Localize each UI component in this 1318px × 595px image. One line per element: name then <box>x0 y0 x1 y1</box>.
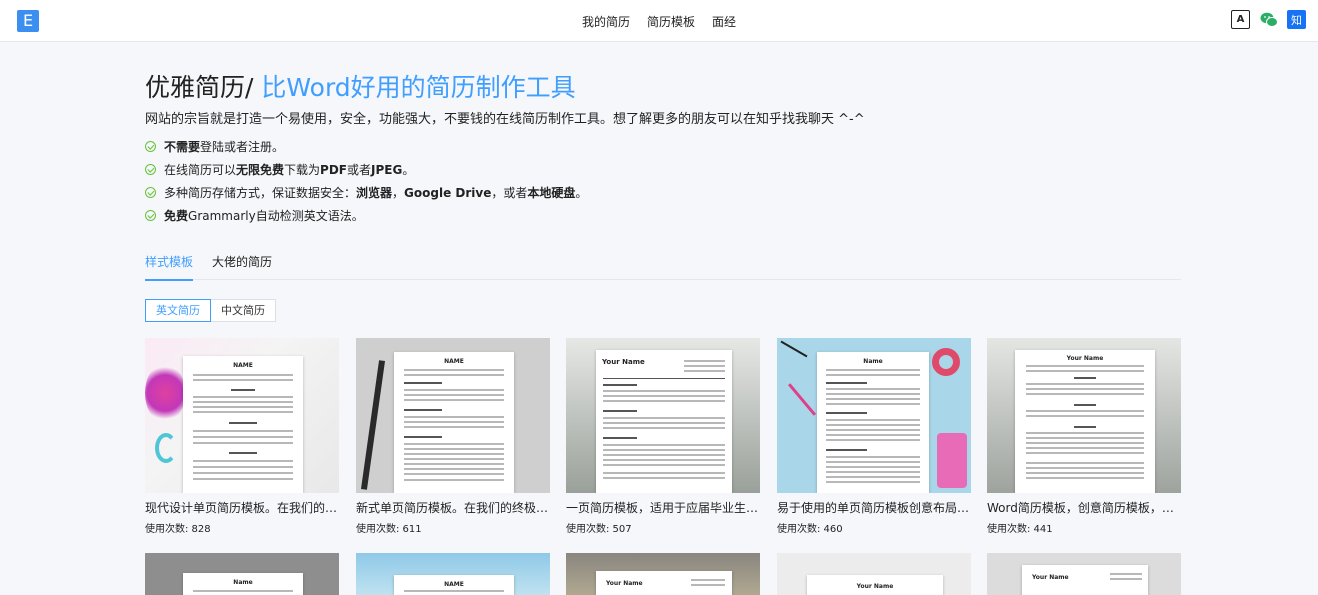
template-title[interactable]: 新式单页简历模板。在我们的终极简历模板... <box>356 499 550 516</box>
tab-expert-resumes[interactable]: 大佬的简历 <box>212 253 272 280</box>
resume-paper: NAME <box>394 352 514 493</box>
template-thumbnail[interactable]: Your Name <box>566 338 760 493</box>
wechat-icon[interactable] <box>1259 10 1278 29</box>
template-card[interactable]: Your Name <box>987 553 1181 595</box>
resume-paper: Name <box>183 573 303 595</box>
feature-item: 多种简历存储方式，保证数据安全： 浏览器， Google Drive ，或者 本地硬盘。 <box>145 181 587 204</box>
template-title[interactable]: 一页简历模板，适用于应届毕业生/年轻人... <box>566 499 760 516</box>
top-icon-group: A 知 <box>1231 10 1306 29</box>
template-thumbnail[interactable]: Name <box>145 553 339 595</box>
usage-count: 使用次数: 507 <box>566 524 632 535</box>
resume-paper: Your Name <box>596 350 732 493</box>
nav-resume-templates[interactable]: 简历模板 <box>647 13 695 30</box>
feature-item: 免费 Grammarly自动检测英文语法。 <box>145 204 587 227</box>
template-thumbnail[interactable]: Name <box>777 338 971 493</box>
template-card[interactable]: Your Name 一页简历模板，适用于应届毕业生/年轻人... 使用次数: 5… <box>566 338 760 535</box>
resume-paper: NAME <box>183 356 303 493</box>
pencil-decoration <box>360 360 386 490</box>
resume-paper: Your Name <box>1015 350 1155 493</box>
segment-english[interactable]: 英文简历 <box>145 299 211 322</box>
tab-style-templates[interactable]: 样式模板 <box>145 253 194 281</box>
nav-my-resume[interactable]: 我的简历 <box>582 13 630 30</box>
template-card[interactable]: NAME <box>356 553 550 595</box>
template-card[interactable]: Name 易于使用的单页简历模板创意布局，结构清晰... 使用次数: 460 <box>777 338 971 535</box>
resume-paper: Your Name <box>596 571 732 595</box>
resume-paper: Your Name <box>807 575 943 595</box>
template-card[interactable]: NAME 新式单页简历模板。在我们的终极简历模板... 使用次数: 611 <box>356 338 550 535</box>
nav-interview[interactable]: 面经 <box>712 13 736 30</box>
main-nav: 我的简历 简历模板 面经 <box>0 0 1318 42</box>
template-thumbnail[interactable]: NAME <box>145 338 339 493</box>
template-thumbnail[interactable]: Your Name <box>566 553 760 595</box>
check-circle-icon <box>145 187 156 198</box>
page-title-accent: 比Word好用的简历制作工具 <box>261 73 576 102</box>
resume-paper: Name <box>817 352 929 493</box>
translate-icon[interactable]: A <box>1231 10 1250 29</box>
decoration <box>155 433 177 463</box>
template-thumbnail[interactable]: Your Name <box>987 338 1181 493</box>
pen-decoration <box>787 383 817 416</box>
template-card[interactable]: Name <box>145 553 339 595</box>
decoration <box>780 340 808 358</box>
tape-decoration <box>932 348 960 376</box>
template-thumbnail[interactable]: NAME <box>356 338 550 493</box>
page-title: 优雅简历/ 比Word好用的简历制作工具 <box>145 73 576 102</box>
check-circle-icon <box>145 210 156 221</box>
template-card[interactable]: NAME 现代设计单页简历模板。在我们的终极简历模板... 使用次数: 828 <box>145 338 339 535</box>
usage-count: 使用次数: 828 <box>145 524 211 535</box>
template-title[interactable]: Word简历模板，创意简历模板，现代简历模板 <box>987 499 1181 516</box>
feature-item: 在线简历可以 无限免费 下载为 PDF 或者 JPEG。 <box>145 158 587 181</box>
intro-text: 网站的宗旨就是打造一个易使用，安全，功能强大，不要钱的在线简历制作工具。想了解更… <box>145 112 865 127</box>
template-title[interactable]: 现代设计单页简历模板。在我们的终极简历模板... <box>145 499 339 516</box>
template-tabs: 样式模板 大佬的简历 <box>145 253 1181 281</box>
clip-decoration <box>937 433 967 488</box>
language-segment: 英文简历 中文简历 <box>145 299 276 322</box>
template-title[interactable]: 易于使用的单页简历模板创意布局，结构清晰... <box>777 499 971 516</box>
template-thumbnail[interactable]: Your Name <box>777 553 971 595</box>
template-thumbnail[interactable]: Your Name <box>987 553 1181 595</box>
top-navbar: E 我的简历 简历模板 面经 A 知 <box>0 0 1318 42</box>
zhihu-icon[interactable]: 知 <box>1287 10 1306 29</box>
check-circle-icon <box>145 141 156 152</box>
template-card[interactable]: Your Name Word简历模板，创意简历模板，现代简历模板 使用次数: 4… <box>987 338 1181 535</box>
usage-count: 使用次数: 441 <box>987 524 1053 535</box>
hero: 优雅简历/ 比Word好用的简历制作工具 网站的宗旨就是打造一个易使用，安全，功… <box>145 68 865 127</box>
template-thumbnail[interactable]: NAME <box>356 553 550 595</box>
usage-count: 使用次数: 460 <box>777 524 843 535</box>
template-card[interactable]: Your Name <box>777 553 971 595</box>
usage-count: 使用次数: 611 <box>356 524 422 535</box>
segment-chinese[interactable]: 中文简历 <box>211 299 276 322</box>
resume-paper: Your Name <box>1022 565 1148 595</box>
feature-list: 不需要 登陆或者注册。 在线简历可以 无限免费 下载为 PDF 或者 JPEG。 多种简历存… <box>145 135 587 227</box>
check-circle-icon <box>145 164 156 175</box>
confetti-decoration <box>145 363 185 423</box>
template-card[interactable]: Your Name <box>566 553 760 595</box>
resume-paper: NAME <box>394 575 514 595</box>
feature-item: 不需要 登陆或者注册。 <box>145 135 587 158</box>
